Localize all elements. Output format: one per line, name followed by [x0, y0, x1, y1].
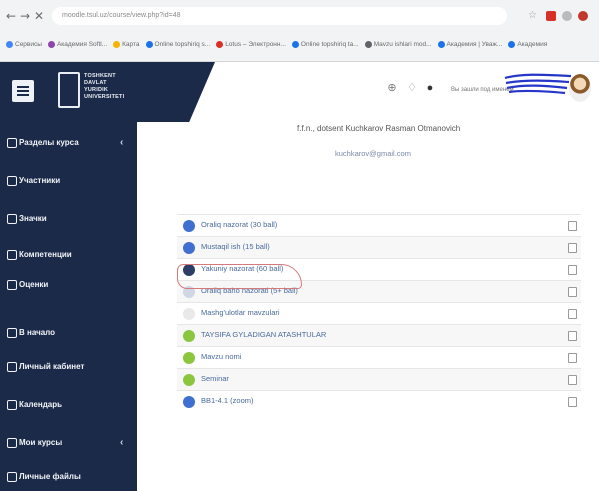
notifications-bell-icon[interactable]: ♢ [406, 82, 418, 94]
completion-checkbox[interactable] [568, 353, 577, 363]
activity-row[interactable]: Seminar [177, 368, 581, 390]
address-row: ← → ✕ moodle.tsul.uz/course/view.php?id=… [0, 4, 599, 30]
profile-icon[interactable] [578, 11, 588, 21]
activity-link[interactable]: Mavzu nomi [201, 352, 241, 361]
forward-icon[interactable]: → [20, 9, 30, 23]
extensions-puzzle-icon[interactable] [562, 11, 572, 21]
bookmarks-bar: Сервисы Академия Softl... Карта Online tops… [0, 34, 599, 56]
annotation-circle [177, 264, 302, 289]
activity-list: Oraliq nazorat (30 ball) Mustaqil ish (15… [177, 214, 581, 412]
sidebar-item-competencies[interactable]: Компетенции [0, 246, 137, 264]
graduation-cap-icon [7, 438, 17, 448]
bookmark-item[interactable]: Mavzu ishlari mod... [364, 34, 432, 56]
bookmark-item[interactable]: Сервисы [6, 34, 42, 56]
teacher-name: f.f.n., dotsent Kuchkarov Rasman Otmanov… [297, 124, 461, 133]
completion-checkbox[interactable] [568, 265, 577, 275]
activity-type-icon [183, 308, 195, 320]
activity-link[interactable]: Seminar [201, 374, 229, 383]
dashboard-icon [7, 362, 17, 372]
home-icon [7, 328, 17, 338]
back-icon[interactable]: ← [6, 9, 16, 23]
activity-link[interactable]: Mashg'ulotlar mavzulari [201, 308, 280, 317]
bookmark-item[interactable]: Академия [508, 34, 547, 56]
activity-row[interactable]: Mashg'ulotlar mavzulari [177, 302, 581, 324]
sidebar-item-my-courses[interactable]: Мои курсы ‹ [0, 434, 137, 452]
site-navbar: TOSHKENT DAVLAT YURIDIK UNIVERSITETI ⊕ ♢… [0, 62, 599, 122]
sidebar-item-calendar[interactable]: Календарь [0, 396, 137, 414]
bookmark-item[interactable]: Lotus – Электронн... [216, 34, 286, 56]
activity-type-icon [183, 374, 195, 386]
completion-checkbox[interactable] [568, 287, 577, 297]
bookmark-favicon-icon [437, 40, 445, 48]
university-logo-icon[interactable] [58, 72, 80, 108]
activity-link[interactable]: BB1-4.1 (zoom) [201, 396, 254, 405]
messages-icon[interactable]: ● [424, 82, 436, 94]
completion-checkbox[interactable] [568, 397, 577, 407]
bookmark-item[interactable]: Карта [113, 34, 140, 56]
badge-icon [7, 214, 17, 224]
users-icon [7, 176, 17, 186]
table-icon [7, 280, 17, 290]
url-text: moodle.tsul.uz/course/view.php?id=48 [62, 12, 181, 19]
checklist-icon [7, 250, 17, 260]
university-logo-text: TOSHKENT DAVLAT YURIDIK UNIVERSITETI [84, 73, 125, 100]
bookmark-item[interactable]: Академия | Уваж... [437, 34, 502, 56]
activity-type-icon [183, 330, 195, 342]
sidebar-item-dashboard[interactable]: Личный кабинет [0, 358, 137, 376]
completion-checkbox[interactable] [568, 221, 577, 231]
completion-checkbox[interactable] [568, 243, 577, 253]
language-globe-icon[interactable]: ⊕ [386, 82, 398, 94]
completion-checkbox[interactable] [568, 309, 577, 319]
activity-row[interactable]: Oraliq nazorat (30 ball) [177, 214, 581, 236]
sidebar-item-grades[interactable]: Оценки [0, 276, 137, 294]
folder-icon [7, 138, 17, 148]
browser-chrome: ← → ✕ moodle.tsul.uz/course/view.php?id=… [0, 0, 599, 62]
sidebar-item-home[interactable]: В начало [0, 324, 137, 342]
activity-type-icon [183, 352, 195, 364]
bookmark-favicon-icon [6, 40, 13, 48]
course-content: f.f.n., dotsent Kuchkarov Rasman Otmanov… [137, 122, 599, 491]
bookmark-favicon-icon [508, 40, 516, 48]
activity-row[interactable]: Mustaqil ish (15 ball) [177, 236, 581, 258]
bookmark-favicon-icon [216, 40, 224, 48]
bookmark-item[interactable]: Online topshiriq s... [145, 34, 210, 56]
url-bar[interactable]: moodle.tsul.uz/course/view.php?id=48 [52, 7, 507, 25]
completion-checkbox[interactable] [568, 331, 577, 341]
activity-link[interactable]: Mustaqil ish (15 ball) [201, 242, 270, 251]
calendar-icon [7, 400, 17, 410]
user-avatar[interactable] [569, 74, 591, 102]
activity-row[interactable]: Mavzu nomi [177, 346, 581, 368]
chevron-left-icon[interactable]: ‹ [120, 434, 123, 452]
stop-reload-icon[interactable]: ✕ [34, 9, 44, 23]
bookmark-favicon-icon [364, 40, 372, 48]
activity-type-icon [183, 242, 195, 254]
sidebar-item-private-files[interactable]: Личные файлы [0, 468, 137, 486]
star-icon[interactable]: ☆ [528, 11, 538, 21]
activity-row[interactable]: BB1-4.1 (zoom) [177, 390, 581, 412]
extension-icon[interactable] [546, 11, 556, 21]
teacher-email[interactable]: kuchkarov@gmail.com [335, 149, 411, 158]
activity-link[interactable]: TAYSIFA GYLADIGAN ATASHTULAR [201, 330, 326, 339]
sidebar-item-participants[interactable]: Участники [0, 172, 137, 190]
activity-type-icon [183, 396, 195, 408]
activity-row[interactable]: TAYSIFA GYLADIGAN ATASHTULAR [177, 324, 581, 346]
chevron-left-icon[interactable]: ‹ [120, 134, 123, 152]
completion-checkbox[interactable] [568, 375, 577, 385]
bookmark-favicon-icon [113, 40, 121, 48]
bookmark-favicon-icon [145, 40, 153, 48]
file-icon [7, 472, 17, 482]
bookmark-favicon-icon [291, 40, 299, 48]
redacted-scribble [504, 73, 572, 95]
course-sidebar: Разделы курса ‹ Участники Значки Компете… [0, 122, 137, 491]
menu-toggle-icon[interactable] [12, 80, 34, 102]
sidebar-item-badges[interactable]: Значки [0, 210, 137, 228]
activity-link[interactable]: Oraliq nazorat (30 ball) [201, 220, 277, 229]
bookmark-item[interactable]: Академия Softl... [47, 34, 107, 56]
bookmark-favicon-icon [47, 40, 55, 48]
activity-type-icon [183, 220, 195, 232]
sidebar-item-course-sections[interactable]: Разделы курса ‹ [0, 134, 137, 152]
bookmark-item[interactable]: Online topshiriq ta... [291, 34, 359, 56]
